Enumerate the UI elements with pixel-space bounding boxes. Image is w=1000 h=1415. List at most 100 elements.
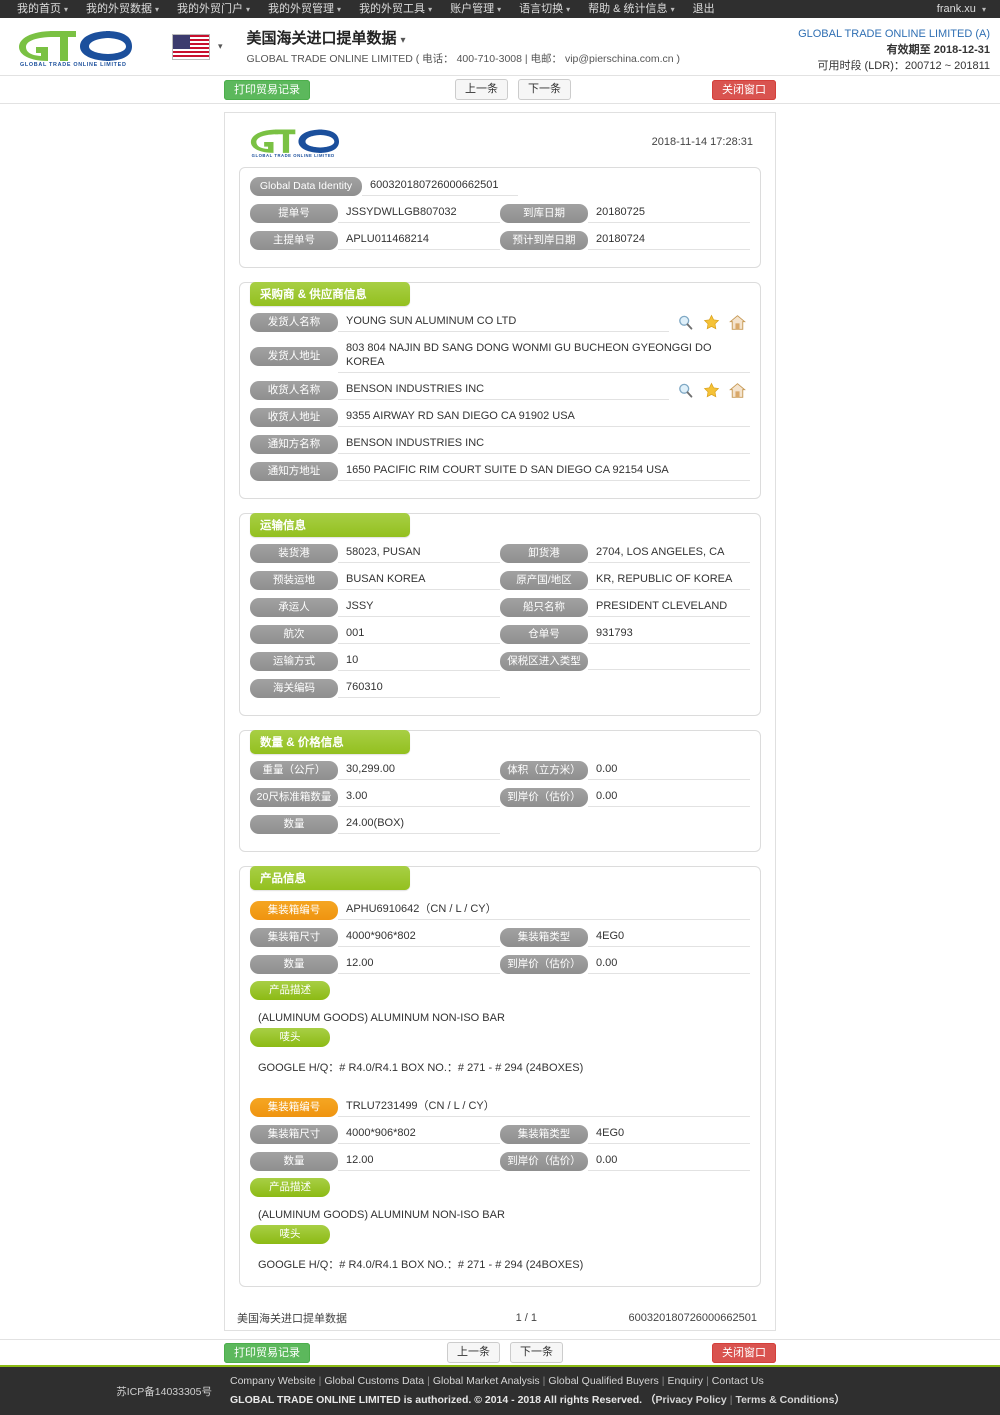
party-label-1: 发货人地址 bbox=[250, 346, 338, 366]
identity-panel: Global Data Identity 6003201807260006625… bbox=[239, 167, 761, 268]
previous-record-button-bottom[interactable]: 上一条 bbox=[447, 1342, 500, 1363]
quantity-label-0-a: 重量（公斤） bbox=[250, 760, 338, 780]
nav-item-2[interactable]: 我的外贸门户 ▾ bbox=[168, 0, 259, 19]
search-icon[interactable] bbox=[677, 314, 694, 331]
product-quantity-label: 数量 bbox=[250, 1151, 338, 1171]
print-trade-record-button[interactable]: 打印贸易记录 bbox=[224, 80, 310, 100]
print-area-bottom: 打印贸易记录 bbox=[224, 1343, 310, 1363]
next-record-button-bottom[interactable]: 下一条 bbox=[510, 1342, 563, 1363]
print-area-top: 打印贸易记录 bbox=[224, 80, 310, 100]
legal-open-paren: （ bbox=[645, 1394, 656, 1406]
transport-value-0-a: 58023, PUSAN bbox=[338, 543, 500, 563]
transport-row: 航次 001 仓单号 931793 bbox=[250, 624, 750, 644]
close-window-button[interactable]: 关闭窗口 bbox=[712, 80, 776, 100]
quantity-left-field-2: 数量 24.00(BOX) bbox=[250, 814, 500, 834]
quantity-value-2-a: 24.00(BOX) bbox=[338, 814, 500, 834]
container-number-label: 集装箱编号 bbox=[250, 900, 338, 920]
nav-item-8[interactable]: 退出 bbox=[684, 0, 724, 19]
transport-left-field-2: 承运人 JSSY bbox=[250, 597, 500, 617]
document-footer-page: 1 / 1 bbox=[515, 1311, 537, 1324]
star-icon[interactable] bbox=[703, 382, 720, 399]
bl-number-value: JSSYDWLLGB807032 bbox=[338, 203, 500, 223]
product-cif-field: 到岸价（估价） 0.00 bbox=[500, 1151, 750, 1171]
transport-value-2-a: JSSY bbox=[338, 597, 500, 617]
product-cif-value: 0.00 bbox=[588, 1151, 750, 1171]
transport-value-5-a: 760310 bbox=[338, 678, 500, 698]
nav-item-label: 账户管理 bbox=[450, 2, 495, 15]
footer-link-1[interactable]: Global Customs Data bbox=[324, 1375, 424, 1387]
transport-right-field-4: 保税区进入类型 bbox=[500, 651, 750, 671]
page-title-text: 美国海关进口提单数据 bbox=[246, 30, 397, 47]
top-navigation-bar: 我的首页 ▾ 我的外贸数据 ▾ 我的外贸门户 ▾ 我的外贸管理 ▾ 我的外贸工具 ▾ 账户管理 ▾ 语言… bbox=[0, 0, 1000, 18]
bottom-action-bar: 打印贸易记录 上一条 下一条 关闭窗口 bbox=[0, 1339, 1000, 1367]
nav-item-label: 语言切换 bbox=[519, 2, 564, 15]
container-type-value: 4EG0 bbox=[588, 1124, 750, 1144]
nav-item-1[interactable]: 我的外贸数据 ▾ bbox=[77, 0, 168, 19]
chevron-down-icon: ▾ bbox=[428, 4, 433, 14]
nav-item-5[interactable]: 账户管理 ▾ bbox=[441, 0, 510, 19]
transport-label-1-a: 预装运地 bbox=[250, 570, 338, 590]
home-icon[interactable] bbox=[729, 382, 746, 399]
header-title-block: 美国海关进口提单数据 ▾ GLOBAL TRADE ONLINE LIMITED … bbox=[247, 27, 681, 66]
product-description-label: 产品描述 bbox=[250, 1178, 330, 1197]
quantity-row: 重量（公斤） 30,299.00 体积（立方米） 0.00 bbox=[250, 760, 750, 780]
footer-separator: | bbox=[318, 1375, 322, 1387]
account-ldr-range: 可用时段 (LDR)：200712 ~ 201811 bbox=[817, 60, 990, 72]
transport-rows: 装货港 58023, PUSAN 卸货港 2704, LOS ANGELES, CA 预… bbox=[250, 543, 750, 698]
transport-right-field-2: 船只名称 PRESIDENT CLEVELAND bbox=[500, 597, 750, 617]
nav-item-4[interactable]: 我的外贸工具 ▾ bbox=[350, 0, 441, 19]
footer-legal-link-0[interactable]: Privacy Policy bbox=[656, 1394, 727, 1406]
next-record-button[interactable]: 下一条 bbox=[518, 79, 571, 100]
quantity-row: 数量 24.00(BOX) bbox=[250, 814, 750, 834]
parties-rows: 发货人名称 YOUNG SUN ALUMINUM CO LTD 发货人地址 803 8… bbox=[250, 312, 750, 481]
search-icon[interactable] bbox=[677, 382, 694, 399]
footer-legal-link-1[interactable]: Terms & Conditions bbox=[735, 1394, 834, 1406]
quantity-value-1-b: 0.00 bbox=[588, 787, 750, 807]
party-value-0: YOUNG SUN ALUMINUM CO LTD bbox=[338, 312, 669, 332]
footer-link-4[interactable]: Enquiry bbox=[667, 1375, 703, 1387]
document-area: GLOBAL TRADE ONLINE LIMITED 2018-11-14 1… bbox=[0, 104, 1000, 1331]
bl-number-label: 提单号 bbox=[250, 203, 338, 223]
product-item: 集装箱编号 TRLU7231499（CN / L / CY） 集装箱尺寸 4000*9… bbox=[250, 1093, 750, 1276]
quantity-rows: 重量（公斤） 30,299.00 体积（立方米） 0.00 20尺标准箱数量 3.00 到岸… bbox=[250, 760, 750, 834]
container-type-field: 集装箱类型 4EG0 bbox=[500, 1124, 750, 1144]
nav-item-6[interactable]: 语言切换 ▾ bbox=[510, 0, 579, 19]
party-action-icons bbox=[677, 314, 750, 331]
user-menu[interactable]: frank.xu ▾ bbox=[931, 3, 992, 15]
footer-legal-links: Privacy Policy | Terms & Conditions bbox=[656, 1394, 835, 1406]
flag-canton bbox=[173, 34, 190, 49]
print-trade-record-button-bottom[interactable]: 打印贸易记录 bbox=[224, 1343, 310, 1363]
document-header: GLOBAL TRADE ONLINE LIMITED 2018-11-14 1… bbox=[235, 121, 765, 167]
party-action-icons bbox=[677, 382, 750, 399]
transport-left-field-1: 预装运地 BUSAN KOREA bbox=[250, 570, 500, 590]
nav-item-7[interactable]: 帮助 & 统计信息 ▾ bbox=[579, 0, 683, 19]
nav-item-label: 我的外贸管理 bbox=[268, 2, 335, 15]
transport-label-3-a: 航次 bbox=[250, 624, 338, 644]
transport-row: 装货港 58023, PUSAN 卸货港 2704, LOS ANGELES, CA bbox=[250, 543, 750, 563]
product-description-header: 产品描述 bbox=[250, 1178, 750, 1197]
transport-row: 预装运地 BUSAN KOREA 原产国/地区 KR, REPUBLIC OF KOR… bbox=[250, 570, 750, 590]
footer-link-5[interactable]: Contact Us bbox=[712, 1375, 764, 1387]
page-title: 美国海关进口提单数据 ▾ bbox=[247, 27, 681, 48]
chevron-down-icon: ▾ bbox=[497, 4, 502, 14]
transport-label-5-a: 海关编码 bbox=[250, 678, 338, 698]
party-row: 通知方名称 BENSON INDUSTRIES INC bbox=[250, 434, 750, 454]
home-icon[interactable] bbox=[729, 314, 746, 331]
chevron-down-icon[interactable]: ▾ bbox=[401, 35, 406, 46]
party-row: 收货人地址 9355 AIRWAY RD SAN DIEGO CA 91902 U… bbox=[250, 407, 750, 427]
star-icon[interactable] bbox=[703, 314, 720, 331]
country-flag-selector[interactable]: ▾ bbox=[172, 33, 223, 60]
footer-link-2[interactable]: Global Market Analysis bbox=[433, 1375, 540, 1387]
previous-record-button[interactable]: 上一条 bbox=[455, 79, 508, 100]
footer-link-block: Company Website | Global Customs Data | Glob… bbox=[230, 1372, 845, 1410]
close-window-button-bottom[interactable]: 关闭窗口 bbox=[712, 1343, 776, 1363]
transport-panel-title: 运输信息 bbox=[250, 513, 410, 537]
footer-link-3[interactable]: Global Qualified Buyers bbox=[548, 1375, 658, 1387]
nav-item-label: 我的外贸工具 bbox=[359, 2, 426, 15]
brand-logo[interactable]: GLOBAL TRADE ONLINE LIMITED bbox=[0, 27, 140, 67]
nav-item-0[interactable]: 我的首页 ▾ bbox=[8, 0, 77, 19]
footer-link-0[interactable]: Company Website bbox=[230, 1375, 316, 1387]
nav-item-3[interactable]: 我的外贸管理 ▾ bbox=[259, 0, 350, 19]
quantity-value-0-b: 0.00 bbox=[588, 760, 750, 780]
document-timestamp: 2018-11-14 17:28:31 bbox=[651, 136, 753, 148]
